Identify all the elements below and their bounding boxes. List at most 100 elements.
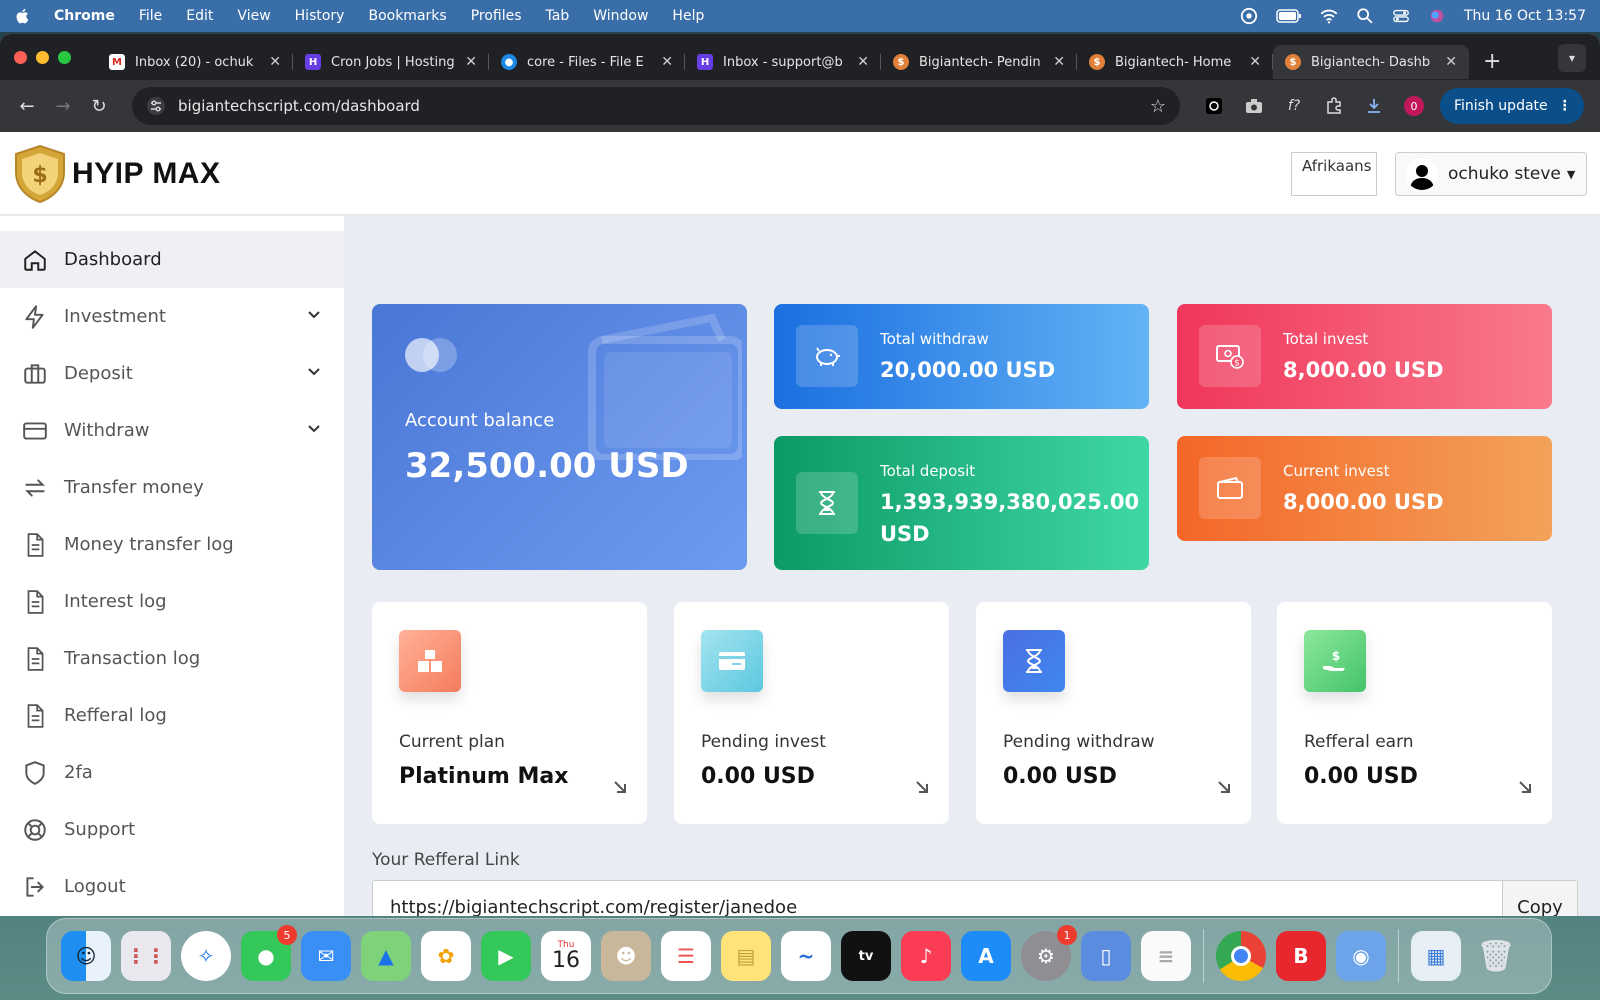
photos-dock-icon[interactable]: ✿ <box>421 931 471 981</box>
sidebar-item-dashboard[interactable]: Dashboard <box>0 231 344 288</box>
tab-gmail-inbox[interactable]: M Inbox (20) - ochuk ✕ <box>97 45 293 79</box>
copy-button[interactable]: Copy <box>1502 881 1577 916</box>
reminders-dock-icon[interactable]: ☰ <box>661 931 711 981</box>
control-center-icon[interactable] <box>1392 7 1410 25</box>
sidebar-item-money-transfer-log[interactable]: Money transfer log <box>0 516 344 573</box>
pending-invest-card[interactable]: Pending invest 0.00 USD <box>674 602 949 824</box>
downloads-stack-dock-icon[interactable]: ▦ <box>1411 931 1461 981</box>
system-settings-dock-icon[interactable]: ⚙ 1 <box>1021 925 1077 981</box>
arrow-down-right-icon[interactable] <box>1518 780 1532 794</box>
close-tab-icon[interactable]: ✕ <box>1445 54 1457 70</box>
url-text[interactable]: bigiantechscript.com/dashboard <box>178 97 420 115</box>
simulator-dock-icon[interactable]: ▯ <box>1081 931 1131 981</box>
close-tab-icon[interactable]: ✕ <box>857 54 869 70</box>
menu-view[interactable]: View <box>237 8 270 24</box>
formula-extension-icon[interactable]: f? <box>1284 96 1304 116</box>
mail-dock-icon[interactable]: ✉ <box>301 931 351 981</box>
battery-icon[interactable] <box>1276 7 1302 25</box>
launchpad-dock-icon[interactable]: ⋮⋮ <box>121 931 171 981</box>
sidebar-item-transaction-log[interactable]: Transaction log <box>0 630 344 687</box>
camera-icon[interactable] <box>1244 96 1264 116</box>
user-menu-button[interactable]: ochuko steve ▼ <box>1395 152 1587 196</box>
extension-icon[interactable] <box>1204 96 1224 116</box>
sidebar-item-support[interactable]: Support <box>0 801 344 858</box>
menu-profiles[interactable]: Profiles <box>471 8 522 24</box>
arrow-down-right-icon[interactable] <box>613 780 627 794</box>
menu-file[interactable]: File <box>139 8 162 24</box>
sidebar-item-investment[interactable]: Investment <box>0 288 344 345</box>
app-store-dock-icon[interactable]: A <box>961 931 1011 981</box>
profile-badge-icon[interactable]: 0 <box>1404 96 1424 116</box>
sidebar-item-2fa[interactable]: 2fa <box>0 744 344 801</box>
sidebar-item-transfer-money[interactable]: Transfer money <box>0 459 344 516</box>
finish-update-button[interactable]: Finish update ⋮ <box>1440 88 1584 124</box>
calendar-dock-icon[interactable]: Thu 16 <box>541 931 591 981</box>
trash-dock-icon[interactable]: 🗑 <box>1471 931 1521 981</box>
new-tab-button[interactable]: + <box>1483 49 1501 74</box>
finder-dock-icon[interactable]: ☺ <box>61 931 111 981</box>
zoom-window-button[interactable] <box>58 50 71 64</box>
close-tab-icon[interactable]: ✕ <box>1053 54 1065 70</box>
address-bar[interactable]: bigiantechscript.com/dashboard ☆ <box>132 87 1180 125</box>
messages-dock-icon[interactable]: ● 5 <box>241 925 297 981</box>
current-plan-card[interactable]: Current plan Platinum Max <box>372 602 647 824</box>
safari-dock-icon[interactable]: ✧ <box>181 931 231 981</box>
minimize-window-button[interactable] <box>36 50 49 64</box>
site-info-icon[interactable] <box>146 96 166 116</box>
wifi-icon[interactable] <box>1320 7 1338 25</box>
sidebar-item-logout[interactable]: Logout <box>0 858 344 915</box>
language-select[interactable]: Afrikaans <box>1291 152 1377 196</box>
chrome-dock-icon[interactable] <box>1216 931 1266 981</box>
menu-tab[interactable]: Tab <box>546 8 570 24</box>
close-tab-icon[interactable]: ✕ <box>661 54 673 70</box>
menu-window[interactable]: Window <box>593 8 648 24</box>
tab-search-button[interactable]: ▾ <box>1558 44 1586 72</box>
facetime-dock-icon[interactable]: ▶ <box>481 931 531 981</box>
menu-app-name[interactable]: Chrome <box>54 8 115 24</box>
menubar-clock[interactable]: Thu 16 Oct 13:57 <box>1464 8 1586 24</box>
sidebar-item-interest-log[interactable]: Interest log <box>0 573 344 630</box>
apple-tv-dock-icon[interactable]: tv <box>841 931 891 981</box>
extension-status-icon[interactable] <box>1240 7 1258 25</box>
tab-support-inbox[interactable]: H Inbox - support@b ✕ <box>685 45 881 79</box>
bookmark-star-icon[interactable]: ☆ <box>1150 96 1166 117</box>
contacts-dock-icon[interactable]: ☻ <box>601 931 651 981</box>
arrow-down-right-icon[interactable] <box>1217 780 1231 794</box>
notes-dock-icon[interactable]: ▤ <box>721 931 771 981</box>
reload-button[interactable]: ↻ <box>84 96 114 117</box>
puzzle-extensions-icon[interactable] <box>1324 96 1344 116</box>
sidebar-item-withdraw[interactable]: Withdraw <box>0 402 344 459</box>
forward-button[interactable]: → <box>48 96 78 117</box>
referral-earn-card[interactable]: $ Refferal earn 0.00 USD <box>1277 602 1552 824</box>
music-dock-icon[interactable]: ♪ <box>901 931 951 981</box>
sidebar-item-refferal-log[interactable]: Refferal log <box>0 687 344 744</box>
close-window-button[interactable] <box>14 50 27 64</box>
site-logo[interactable]: $ HYIP MAX <box>12 144 220 204</box>
freeform-dock-icon[interactable]: ~ <box>781 931 831 981</box>
close-tab-icon[interactable]: ✕ <box>465 54 477 70</box>
close-tab-icon[interactable]: ✕ <box>269 54 281 70</box>
tab-cron-jobs[interactable]: H Cron Jobs | Hosting ✕ <box>293 45 489 79</box>
sidebar-item-deposit[interactable]: Deposit <box>0 345 344 402</box>
tab-file-manager[interactable]: ● core - Files - File E ✕ <box>489 45 685 79</box>
menu-history[interactable]: History <box>295 8 345 24</box>
maps-dock-icon[interactable]: ▲ <box>361 931 411 981</box>
back-button[interactable]: ← <box>12 96 42 117</box>
pending-withdraw-card[interactable]: Pending withdraw 0.00 USD <box>976 602 1251 824</box>
tab-bigiantech-home[interactable]: $ Bigiantech- Home ✕ <box>1077 45 1273 79</box>
siri-icon[interactable] <box>1428 7 1446 25</box>
search-icon[interactable] <box>1356 7 1374 25</box>
tab-bigiantech-dashboard[interactable]: $ Bigiantech- Dashb ✕ <box>1273 45 1469 79</box>
referral-link-input[interactable]: https://bigiantechscript.com/register/ja… <box>373 897 1502 917</box>
menu-bookmarks[interactable]: Bookmarks <box>368 8 446 24</box>
arrow-down-right-icon[interactable] <box>915 780 929 794</box>
apple-icon[interactable] <box>14 7 32 25</box>
brave-dock-icon[interactable]: B <box>1276 931 1326 981</box>
textedit-dock-icon[interactable]: ≡ <box>1141 931 1191 981</box>
close-tab-icon[interactable]: ✕ <box>1249 54 1261 70</box>
tab-bigiantech-pending[interactable]: $ Bigiantech- Pendin ✕ <box>881 45 1077 79</box>
menu-help[interactable]: Help <box>672 8 704 24</box>
downloads-icon[interactable] <box>1364 96 1384 116</box>
utility-dock-icon[interactable]: ◉ <box>1336 931 1386 981</box>
menu-edit[interactable]: Edit <box>186 8 213 24</box>
